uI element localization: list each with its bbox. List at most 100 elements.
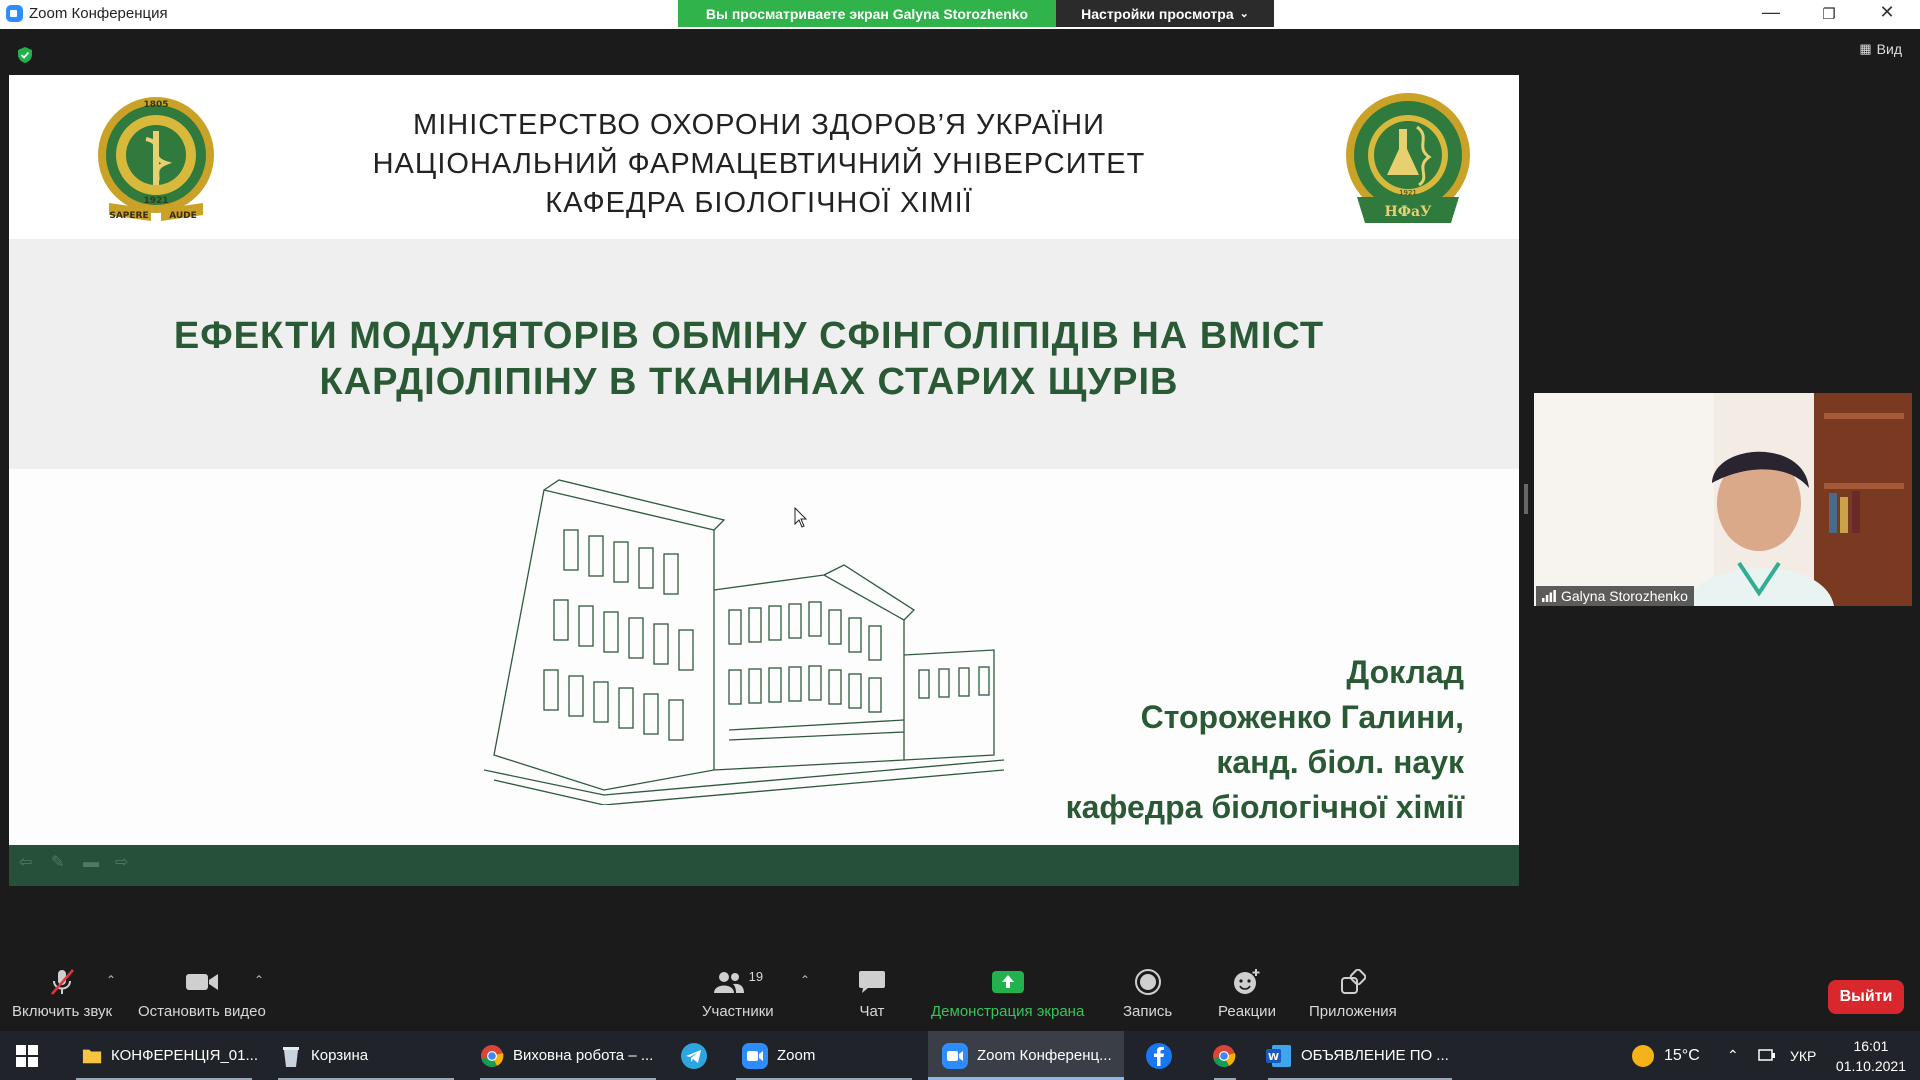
slide-footer-bar: ⇦ ✎ ▬ ⇨ <box>9 845 1519 886</box>
recycle-bin-icon <box>283 1046 299 1067</box>
video-camera-icon <box>185 967 219 997</box>
taskbar-item-chrome[interactable]: Виховна робота – ... <box>474 1031 662 1080</box>
share-screen-button[interactable]: Демонстрация экрана <box>931 967 1084 1020</box>
next-slide-icon[interactable]: ⇨ <box>115 855 133 871</box>
apps-label: Приложения <box>1309 1003 1397 1020</box>
slides-menu-icon[interactable]: ▬ <box>83 855 101 871</box>
minimize-button[interactable]: — <box>1756 2 1786 23</box>
taskbar-item-label: Корзина <box>311 1047 369 1064</box>
windows-logo-icon <box>16 1044 38 1067</box>
report-degree: канд. біол. наук <box>1216 744 1464 780</box>
view-layout-label: Вид <box>1876 41 1902 57</box>
record-button[interactable]: Запись <box>1123 967 1172 1020</box>
taskbar-item-chrome-2[interactable] <box>1208 1031 1242 1080</box>
chrome-icon <box>481 1044 504 1067</box>
signal-strength-icon <box>1542 590 1556 602</box>
participant-video-tile[interactable]: Galyna Storozhenko <box>1534 393 1912 606</box>
system-clock[interactable]: 16:01 01.10.2021 <box>1836 1036 1906 1076</box>
taskbar-item-zoom-meeting[interactable]: Zoom Конференц... <box>928 1031 1124 1080</box>
stop-video-button[interactable]: Остановить видео <box>138 967 266 1020</box>
meeting-toolbar: Включить звук ⌃ Остановить видео ⌃ 19 Уч… <box>0 959 1920 1031</box>
show-hidden-icons-chevron-icon[interactable]: ⌃ <box>1727 1031 1739 1080</box>
taskbar-item-word[interactable]: W ОБЪЯВЛЕНИЕ ПО ... <box>1262 1031 1458 1080</box>
slide-header: 1805 1921 SAPERE AUDE МІНІСТЕРСТВО ОХОРО… <box>9 75 1519 239</box>
taskbar-item-label: Виховна робота – ... <box>513 1047 654 1064</box>
facebook-icon <box>1146 1042 1172 1069</box>
window-titlebar: Zoom Конференция Вы просматриваете экран… <box>0 0 1920 29</box>
screen-share-banner: Вы просматриваете экран Galyna Storozhen… <box>678 0 1056 27</box>
taskbar-item-label: Zoom <box>777 1047 816 1064</box>
seal-motto-right: AUDE <box>169 211 197 221</box>
taskbar-item-label: Zoom Конференц... <box>977 1047 1112 1064</box>
seal-motto-left: SAPERE <box>109 211 148 221</box>
record-icon <box>1134 967 1162 997</box>
view-options-dropdown[interactable]: Настройки просмотра ⌄ <box>1056 0 1274 27</box>
close-button[interactable]: ✕ <box>1872 2 1902 23</box>
chat-button[interactable]: Чат <box>858 967 886 1020</box>
language-label: УКР <box>1790 1047 1817 1064</box>
language-indicator[interactable]: УКР <box>1790 1031 1816 1080</box>
university-seal-logo: 1805 1921 SAPERE AUDE <box>98 97 214 221</box>
report-label: Доклад <box>1346 654 1464 690</box>
microphone-muted-icon <box>47 967 77 997</box>
slide-institution-heading: МІНІСТЕРСТВО ОХОРОНИ ЗДОРОВ’Я УКРАЇНИ НА… <box>259 106 1259 223</box>
clock-time: 16:01 <box>1853 1038 1889 1054</box>
view-layout-button[interactable]: ▦ Вид <box>1859 41 1902 57</box>
record-label: Запись <box>1123 1003 1173 1020</box>
zoom-icon <box>942 1042 968 1069</box>
chevron-down-icon: ⌄ <box>1239 8 1249 20</box>
participants-options-chevron-icon[interactable]: ⌃ <box>800 973 810 987</box>
participants-count: 19 <box>748 968 764 984</box>
weather-widget[interactable]: 15°C <box>1632 1031 1700 1080</box>
slideshow-controls: ⇦ ✎ ▬ ⇨ <box>19 855 133 871</box>
heading-line-university: НАЦІОНАЛЬНИЙ ФАРМАЦЕВТИЧНИЙ УНІВЕРСИТЕТ <box>372 148 1146 180</box>
video-options-chevron-icon[interactable]: ⌃ <box>254 973 264 987</box>
reactions-button[interactable]: Реакции <box>1218 967 1276 1020</box>
unmute-button[interactable]: Включить звук <box>12 967 112 1020</box>
word-icon: W <box>1266 1044 1291 1067</box>
taskbar-item-recycle-bin[interactable]: Корзина <box>272 1031 460 1080</box>
apps-icon <box>1340 967 1366 997</box>
audio-options-chevron-icon[interactable]: ⌃ <box>106 973 116 987</box>
sun-icon <box>1632 1044 1654 1067</box>
windows-taskbar: КОНФЕРЕНЦІЯ_01... Корзина Виховна робота… <box>0 1031 1920 1080</box>
previous-slide-icon[interactable]: ⇦ <box>19 855 37 871</box>
taskbar-item-telegram[interactable] <box>680 1031 710 1080</box>
start-button[interactable] <box>16 1031 38 1080</box>
taskbar-item-folder[interactable]: КОНФЕРЕНЦІЯ_01... <box>70 1031 258 1080</box>
taskbar-item-zoom[interactable]: Zoom <box>730 1031 918 1080</box>
slide-title-line-2: КАРДІОЛІПІНУ В ТКАНИНАХ СТАРИХ ЩУРІВ <box>319 361 1179 403</box>
clock-date: 01.10.2021 <box>1835 1058 1906 1074</box>
zoom-app-icon <box>6 5 23 22</box>
display-icon[interactable] <box>1758 1031 1776 1080</box>
heading-line-ministry: МІНІСТЕРСТВО ОХОРОНИ ЗДОРОВ’Я УКРАЇНИ <box>413 109 1105 141</box>
participant-name: Galyna Storozhenko <box>1561 588 1688 604</box>
smiley-plus-icon <box>1232 967 1262 997</box>
pen-icon[interactable]: ✎ <box>51 855 69 871</box>
unmute-label: Включить звук <box>12 1003 113 1020</box>
apps-button[interactable]: Приложения <box>1309 967 1397 1020</box>
university-building-illustration <box>484 479 1004 805</box>
chat-bubble-icon <box>858 967 886 997</box>
report-author-block: Доклад Стороженко Галини, канд. біол. на… <box>1066 650 1464 830</box>
participant-name-tag: Galyna Storozhenko <box>1536 586 1694 606</box>
report-department: кафедра біологічної хімії <box>1065 789 1464 825</box>
svg-text:W: W <box>1268 1052 1279 1063</box>
grid-icon: ▦ <box>1859 41 1872 56</box>
restore-button[interactable]: ❐ <box>1814 5 1844 23</box>
panel-resize-handle[interactable] <box>1524 484 1528 514</box>
window-title-text: Zoom Конференция <box>29 5 168 22</box>
participants-icon: 19 <box>713 967 763 997</box>
security-shield-icon[interactable] <box>16 46 34 64</box>
view-options-label: Настройки просмотра <box>1081 5 1234 22</box>
seal-year-bottom: 1921 <box>143 196 168 206</box>
department-logo-year: 1921 <box>1399 189 1417 197</box>
taskbar-item-facebook[interactable] <box>1145 1031 1175 1080</box>
slide-title: ЕФЕКТИ МОДУЛЯТОРІВ ОБМІНУ СФІНГОЛІПІДІВ … <box>69 313 1429 405</box>
leave-meeting-button[interactable]: Выйти <box>1828 980 1904 1014</box>
window-title: Zoom Конференция <box>6 5 168 22</box>
shared-screen-slide: 1805 1921 SAPERE AUDE МІНІСТЕРСТВО ОХОРО… <box>9 75 1519 886</box>
participants-button[interactable]: 19 Участники <box>702 967 774 1021</box>
seal-year-top: 1805 <box>143 100 168 110</box>
heading-line-department: КАФЕДРА БІОЛОГІЧНОЇ ХІМІЇ <box>545 187 973 219</box>
